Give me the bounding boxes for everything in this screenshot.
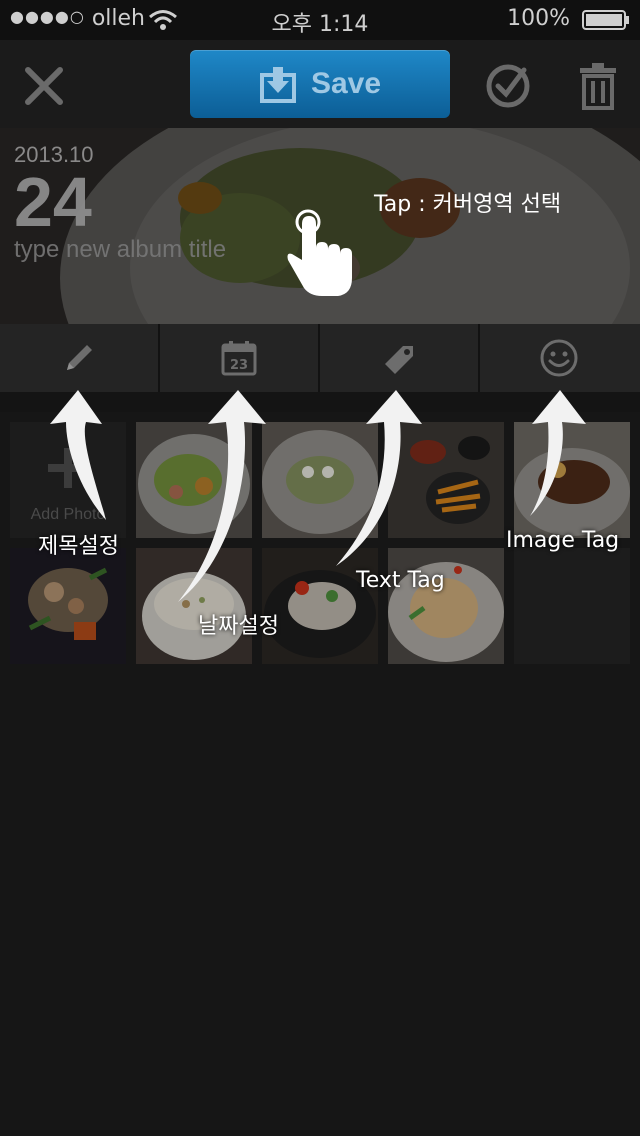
photo-thumbnail[interactable] <box>388 548 504 664</box>
hint-date-setting: 날짜설정 <box>198 614 279 639</box>
photo-thumbnail[interactable] <box>10 548 126 664</box>
cover-area[interactable]: 2013.10 24 type new album title Tap : 커버… <box>0 128 640 324</box>
hint-image-tag: Image Tag <box>506 528 620 553</box>
album-title-placeholder[interactable]: type new album title <box>14 236 226 264</box>
plus-icon <box>48 448 88 488</box>
photo-thumbnail[interactable] <box>262 548 378 664</box>
photo-thumbnail[interactable] <box>136 548 252 664</box>
tap-cover-hint: Tap : 커버영역 선택 <box>374 192 562 217</box>
tab-title[interactable] <box>0 324 160 392</box>
photo-thumbnail[interactable] <box>262 422 378 538</box>
battery-icon <box>582 10 629 30</box>
divider <box>0 392 640 412</box>
hint-text-tag: Text Tag <box>356 568 445 593</box>
top-toolbar: Save <box>0 40 640 128</box>
add-photo-button[interactable]: Add Photo <box>10 422 126 538</box>
calendar-icon: 23 <box>221 341 257 376</box>
tap-hand-icon <box>287 209 352 296</box>
smiley-icon <box>540 339 578 377</box>
check-icon[interactable] <box>484 62 532 110</box>
photo-thumbnail[interactable] <box>136 422 252 538</box>
status-bar: ●●●●○ olleh 오후 1:14 100% <box>0 0 640 40</box>
tab-text-tag[interactable] <box>320 324 480 392</box>
photo-thumbnail[interactable] <box>514 422 630 538</box>
trash-icon[interactable] <box>576 62 620 110</box>
cover-date-day: 24 <box>14 163 92 241</box>
tab-date[interactable]: 23 <box>160 324 320 392</box>
save-download-icon <box>259 67 296 103</box>
close-icon[interactable] <box>18 60 70 112</box>
save-label: Save <box>310 67 382 100</box>
tag-toolbar: 23 <box>0 324 640 392</box>
save-button[interactable]: Save <box>190 50 450 118</box>
hint-title-setting: 제목설정 <box>38 534 119 559</box>
calendar-day: 23 <box>230 358 248 373</box>
tag-icon <box>385 346 413 374</box>
tab-image-tag[interactable] <box>480 324 638 392</box>
empty-slot <box>514 548 630 664</box>
photo-thumbnail[interactable] <box>388 422 504 538</box>
add-photo-label: Add Photo <box>30 506 106 523</box>
pencil-icon <box>67 345 92 370</box>
battery-percent: 100% <box>507 6 570 31</box>
